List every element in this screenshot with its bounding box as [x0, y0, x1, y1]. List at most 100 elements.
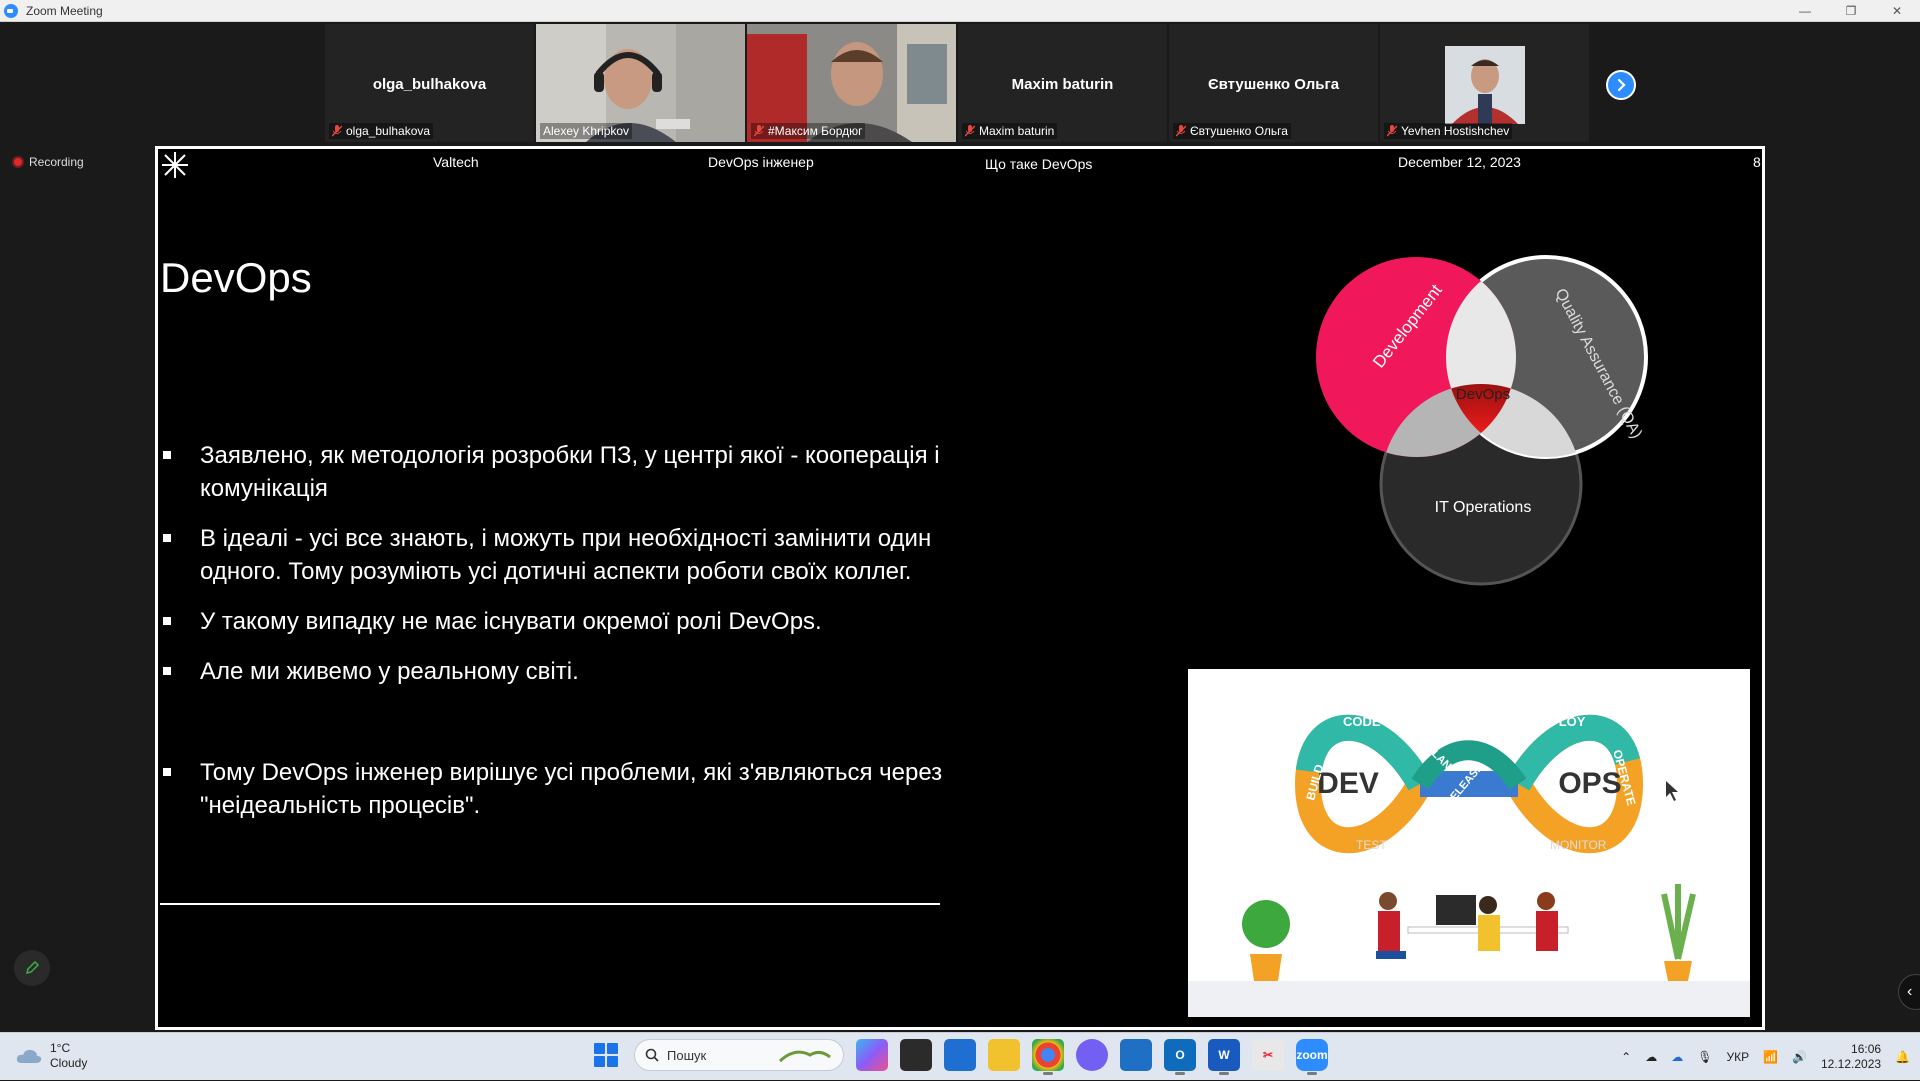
- slide-header: Valtech DevOps інженер Що таке DevOps De…: [158, 149, 1762, 178]
- side-panel-toggle[interactable]: ‹: [1898, 974, 1920, 1010]
- participant-caption: Євтушенко Ольга: [1173, 123, 1291, 139]
- record-icon: [12, 156, 24, 168]
- search-icon: [645, 1048, 659, 1062]
- app-icon[interactable]: [1120, 1039, 1152, 1071]
- language-indicator[interactable]: УКР: [1726, 1050, 1749, 1064]
- weather-condition: Cloudy: [50, 1056, 88, 1070]
- participant-caption-text: Yevhen Hostishchev: [1401, 124, 1510, 138]
- restore-button[interactable]: ❐: [1828, 0, 1874, 22]
- mic-muted-icon: [965, 125, 975, 137]
- viber-icon[interactable]: [1076, 1039, 1108, 1071]
- onedrive-icon[interactable]: ☁: [1645, 1050, 1657, 1064]
- participant-tile[interactable]: #Максим Бордюг: [747, 24, 956, 142]
- slide-divider: [160, 903, 940, 905]
- valtech-star-logo: [162, 152, 188, 178]
- slide-date: December 12, 2023: [1398, 154, 1521, 170]
- close-button[interactable]: ✕: [1874, 0, 1920, 22]
- slide-bullet-list: Заявлено, як методологія розробки ПЗ, у …: [160, 439, 990, 822]
- window-titlebar: Zoom Meeting — ❐ ✕: [0, 0, 1920, 22]
- taskbar-search[interactable]: Пошук: [634, 1039, 844, 1071]
- task-view-icon[interactable]: [900, 1039, 932, 1071]
- participant-caption-text: #Максим Бордюг: [768, 124, 863, 138]
- minimize-button[interactable]: —: [1782, 0, 1828, 22]
- word-icon[interactable]: W: [1208, 1039, 1240, 1075]
- participant-tile[interactable]: Alexey Khripkov: [536, 24, 745, 142]
- bullet-item: У такому випадку не має існувати окремої…: [160, 605, 990, 638]
- windows-logo-quad: [607, 1056, 618, 1067]
- bullet-item: В ідеалі - усі все знають, і можуть при …: [160, 522, 990, 588]
- slide-topic: Що таке DevOps: [985, 156, 1093, 172]
- volume-icon[interactable]: 🔊: [1792, 1050, 1807, 1064]
- participant-caption: #Максим Бордюг: [751, 123, 866, 139]
- meeting-area: olga_bulhakova olga_bulhakova Alexey Khr…: [0, 22, 1920, 1032]
- store-icon[interactable]: [944, 1039, 976, 1071]
- clock-date: 12.12.2023: [1820, 1057, 1882, 1071]
- mic-muted-icon: [1176, 125, 1186, 137]
- bullet-item: Заявлено, як методологія розробки ПЗ, у …: [160, 439, 990, 505]
- chrome-icon[interactable]: [1032, 1039, 1064, 1075]
- devops-infinity-svg: DEV OPS CODE PLAN BUILD TEST RELEASE DEP…: [1188, 669, 1750, 1017]
- stage-deploy-label: DEPLOY: [1532, 714, 1586, 729]
- venn-ops-label: IT Operations: [1435, 499, 1532, 516]
- mic-muted-icon: [1387, 125, 1397, 137]
- devops-venn-diagram: Development Quality Assurance (QA) DevOp…: [1316, 255, 1648, 586]
- participant-tile[interactable]: Maxim baturin Maxim baturin: [958, 24, 1167, 142]
- notification-bell-icon[interactable]: 🔔: [1895, 1050, 1910, 1064]
- venn-center-label: DevOps: [1456, 386, 1510, 403]
- search-placeholder: Пошук: [667, 1047, 707, 1063]
- weather-widget[interactable]: 1°C Cloudy: [16, 1041, 87, 1071]
- windows-logo-quad: [594, 1056, 605, 1067]
- taskbar-clock[interactable]: 16:06 12.12.2023: [1821, 1042, 1881, 1072]
- taskbar-apps: Пошук O W ✂ zoom: [590, 1039, 1328, 1075]
- pencil-icon: [25, 960, 40, 975]
- outlook-icon[interactable]: O: [1164, 1039, 1196, 1075]
- participant-caption-text: Maxim baturin: [979, 124, 1055, 138]
- shared-slide: Valtech DevOps інженер Що таке DevOps De…: [155, 146, 1765, 1030]
- participant-caption: Maxim baturin: [962, 123, 1058, 139]
- file-explorer-icon[interactable]: [988, 1039, 1020, 1071]
- windows-logo-quad: [607, 1043, 618, 1054]
- window-controls: — ❐ ✕: [1782, 0, 1920, 22]
- slide-course: DevOps інженер: [708, 154, 814, 170]
- stage-test-label: TEST: [1356, 838, 1387, 852]
- recording-indicator[interactable]: Recording: [12, 155, 84, 169]
- cloud-icon: [16, 1049, 42, 1063]
- participant-tile[interactable]: olga_bulhakova olga_bulhakova: [325, 24, 534, 142]
- window-title: Zoom Meeting: [26, 3, 103, 18]
- infinity-dev-label: DEV: [1317, 767, 1379, 800]
- chevron-up-icon[interactable]: ⌃: [1621, 1050, 1631, 1064]
- participant-caption-text: Alexey Khripkov: [543, 124, 630, 138]
- annotate-button[interactable]: [14, 950, 50, 986]
- snipping-tool-icon[interactable]: ✂: [1252, 1039, 1284, 1071]
- bullet-item: Але ми живемо у реальному світі.: [160, 655, 990, 688]
- participant-caption-text: Євтушенко Ольга: [1190, 124, 1288, 138]
- wifi-icon[interactable]: 📶: [1763, 1050, 1778, 1064]
- participant-caption-text: olga_bulhakova: [346, 124, 431, 138]
- stage-code-label: CODE: [1343, 714, 1381, 729]
- mic-muted-icon: [332, 125, 342, 137]
- chevron-left-icon: ‹: [1907, 983, 1913, 1000]
- system-tray: ⌃ ☁ ☁ 🎙 УКР 📶 🔊 16:06 12.12.2023 🔔: [1621, 1033, 1910, 1081]
- stage-monitor-label: MONITOR: [1550, 838, 1607, 852]
- participant-tile[interactable]: Євтушенко Ольга Євтушенко Ольга: [1169, 24, 1378, 142]
- next-page-button[interactable]: [1606, 70, 1636, 100]
- participant-display-name: Maxim baturin: [1011, 76, 1114, 93]
- participant-display-name: olga_bulhakova: [372, 76, 487, 93]
- search-highlight-icon: [778, 1050, 831, 1063]
- participant-display-name: Євтушенко Ольга: [1207, 76, 1340, 93]
- windows-taskbar: 1°C Cloudy Пошук O W ✂ zoom ⌃ ☁ ☁ 🎙 УКР …: [0, 1032, 1920, 1080]
- zoom-app-icon: [4, 3, 18, 18]
- zoom-taskbar-icon[interactable]: zoom: [1296, 1039, 1328, 1075]
- participant-strip: olga_bulhakova olga_bulhakova Alexey Khr…: [325, 24, 1589, 142]
- microphone-icon[interactable]: 🎙: [1697, 1050, 1712, 1064]
- start-button[interactable]: [590, 1039, 622, 1071]
- slide-title: DevOps: [160, 254, 312, 301]
- participant-caption: olga_bulhakova: [329, 123, 434, 139]
- recording-label: Recording: [29, 155, 84, 169]
- participant-tile[interactable]: Yevhen Hostishchev: [1380, 24, 1589, 142]
- cloud-sync-icon[interactable]: ☁: [1671, 1050, 1683, 1064]
- windows-logo-quad: [594, 1043, 605, 1054]
- copilot-icon[interactable]: [856, 1039, 888, 1071]
- participant-caption: Alexey Khripkov: [540, 123, 633, 139]
- participant-caption: Yevhen Hostishchev: [1384, 123, 1513, 139]
